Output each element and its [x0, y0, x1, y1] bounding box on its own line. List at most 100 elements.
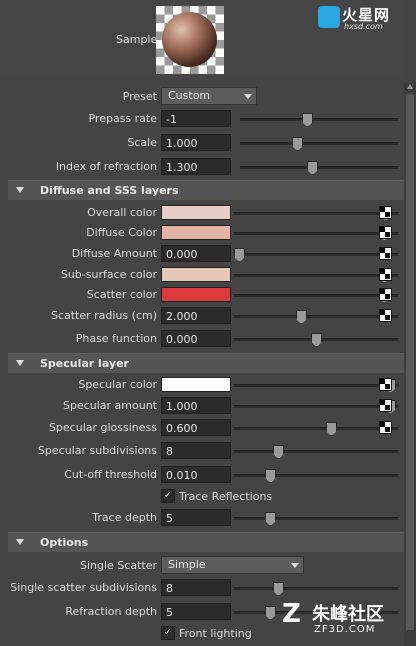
diffuse-color-slider[interactable]: [234, 227, 398, 241]
prepass-rate-row: Prepass rate -1: [8, 109, 402, 129]
overall-color-row: Overall color: [8, 203, 402, 223]
preset-dropdown[interactable]: Custom: [161, 87, 257, 105]
texture-map-icon[interactable]: [379, 309, 392, 322]
texture-map-icon[interactable]: [379, 226, 392, 239]
slider-thumb[interactable]: [265, 606, 276, 620]
watermark-cn: 朱峰社区: [312, 604, 384, 625]
scatter-radius-slider[interactable]: [234, 310, 398, 324]
specular-subdivisions-field[interactable]: 8: [161, 442, 231, 459]
cutoff-threshold-slider[interactable]: [234, 469, 398, 483]
scale-field[interactable]: 1.000: [161, 134, 231, 151]
slider-thumb[interactable]: [292, 137, 303, 151]
texture-map-icon[interactable]: [379, 206, 392, 219]
scatter-color-swatch[interactable]: [161, 287, 231, 302]
phase-function-label: Phase function: [75, 332, 157, 345]
specular-color-row: Specular color: [8, 375, 402, 395]
prepass-rate-field[interactable]: -1: [161, 110, 231, 127]
zf3d-logo-icon: Z: [282, 599, 301, 629]
trace-depth-slider[interactable]: [234, 512, 398, 526]
prepass-rate-slider[interactable]: [240, 113, 398, 127]
slider-thumb[interactable]: [307, 161, 318, 175]
section-specular-header[interactable]: Specular layer: [8, 353, 404, 373]
specular-subdivisions-row: Specular subdivisions 8: [8, 441, 402, 461]
trace-depth-field[interactable]: 5: [161, 509, 231, 526]
specular-color-slider[interactable]: [234, 379, 398, 393]
single-scatter-label: Single Scatter: [80, 559, 157, 572]
texture-map-icon[interactable]: [379, 268, 392, 281]
hxsd-logo-icon: [318, 6, 340, 28]
section-title: Options: [40, 536, 89, 549]
diffuse-amount-slider[interactable]: [234, 248, 398, 262]
refraction-depth-label: Refraction depth: [65, 605, 157, 618]
subsurface-color-swatch[interactable]: [161, 267, 231, 282]
texture-map-icon[interactable]: [379, 399, 392, 412]
slider-thumb[interactable]: [273, 582, 284, 596]
slider-thumb[interactable]: [265, 469, 276, 483]
cutoff-threshold-field[interactable]: 0.010: [161, 466, 231, 483]
specular-amount-label: Specular amount: [62, 399, 157, 412]
slider-thumb[interactable]: [234, 248, 245, 262]
trace-reflections-label: Trace Reflections: [179, 490, 273, 503]
diffuse-amount-field[interactable]: 0.000: [161, 245, 231, 262]
refraction-depth-field[interactable]: 5: [161, 603, 231, 620]
scatter-color-label: Scatter color: [86, 288, 157, 301]
single-scatter-subdivisions-field[interactable]: 8: [161, 579, 231, 596]
trace-depth-row: Trace depth 5: [8, 508, 402, 528]
ior-label: Index of refraction: [55, 160, 157, 173]
slider-thumb[interactable]: [273, 445, 284, 459]
scatter-radius-field[interactable]: 2.000: [161, 307, 231, 324]
scroll-up-arrow-icon[interactable]: [407, 84, 413, 89]
subsurface-color-label: Sub-surface color: [60, 268, 157, 281]
texture-map-icon[interactable]: [379, 421, 392, 434]
texture-map-icon[interactable]: [379, 378, 392, 391]
watermark-small: hxsd.com: [344, 22, 383, 31]
phase-function-field[interactable]: 0.000: [161, 330, 231, 347]
sample-preview[interactable]: [156, 6, 224, 74]
prepass-rate-label: Prepass rate: [88, 112, 157, 125]
vertical-scrollbar[interactable]: [404, 82, 416, 646]
cutoff-threshold-row: Cut-off threshold 0.010: [8, 465, 402, 485]
single-scatter-subdivisions-slider[interactable]: [234, 582, 398, 596]
phase-function-slider[interactable]: [234, 333, 398, 347]
scatter-color-slider[interactable]: [234, 289, 398, 303]
trace-reflections-checkbox[interactable]: ✓: [161, 489, 175, 503]
section-diffuse-header[interactable]: Diffuse and SSS layers: [8, 180, 404, 200]
scale-slider[interactable]: [240, 137, 398, 151]
specular-glossiness-field[interactable]: 0.600: [161, 419, 231, 436]
overall-color-swatch[interactable]: [161, 205, 231, 220]
sample-header: Sample 火星网 hxsd.com: [0, 0, 404, 78]
specular-amount-slider[interactable]: [234, 400, 398, 414]
watermark-en: ZF3D.COM: [314, 624, 376, 635]
single-scatter-subdivisions-row: Single scatter subdivisions 8: [8, 578, 402, 598]
subsurface-color-slider[interactable]: [234, 269, 398, 283]
specular-amount-row: Specular amount 1.000: [8, 396, 402, 416]
slider-thumb[interactable]: [302, 113, 313, 127]
single-scatter-value: Simple: [168, 558, 206, 571]
diffuse-color-swatch[interactable]: [161, 225, 231, 240]
texture-map-icon[interactable]: [379, 247, 392, 260]
front-lighting-checkbox[interactable]: ✓: [161, 626, 175, 640]
preset-value: Custom: [168, 89, 211, 102]
single-scatter-subdivisions-label: Single scatter subdivisions: [10, 581, 157, 594]
scrollbar-thumb[interactable]: [406, 94, 414, 630]
slider-thumb[interactable]: [326, 422, 337, 436]
collapse-triangle-icon: [16, 187, 24, 193]
preset-label: Preset: [122, 90, 157, 103]
watermark-hxsd: 火星网 hxsd.com: [316, 4, 412, 34]
overall-color-slider[interactable]: [234, 207, 398, 221]
section-options-header[interactable]: Options: [8, 532, 404, 552]
slider-thumb[interactable]: [311, 333, 322, 347]
specular-color-swatch[interactable]: [161, 377, 231, 392]
slider-thumb[interactable]: [265, 512, 276, 526]
specular-amount-field[interactable]: 1.000: [161, 397, 231, 414]
texture-map-icon[interactable]: [379, 288, 392, 301]
ior-field[interactable]: 1.300: [161, 158, 231, 175]
diffuse-amount-row: Diffuse Amount 0.000: [8, 244, 402, 264]
diffuse-color-label: Diffuse Color: [86, 226, 157, 239]
specular-subdivisions-slider[interactable]: [234, 445, 398, 459]
trace-reflections-row: ✓ Trace Reflections: [8, 487, 402, 507]
single-scatter-dropdown[interactable]: Simple: [161, 556, 304, 574]
ior-slider[interactable]: [240, 161, 398, 175]
specular-glossiness-slider[interactable]: [234, 422, 398, 436]
slider-thumb[interactable]: [296, 310, 307, 324]
